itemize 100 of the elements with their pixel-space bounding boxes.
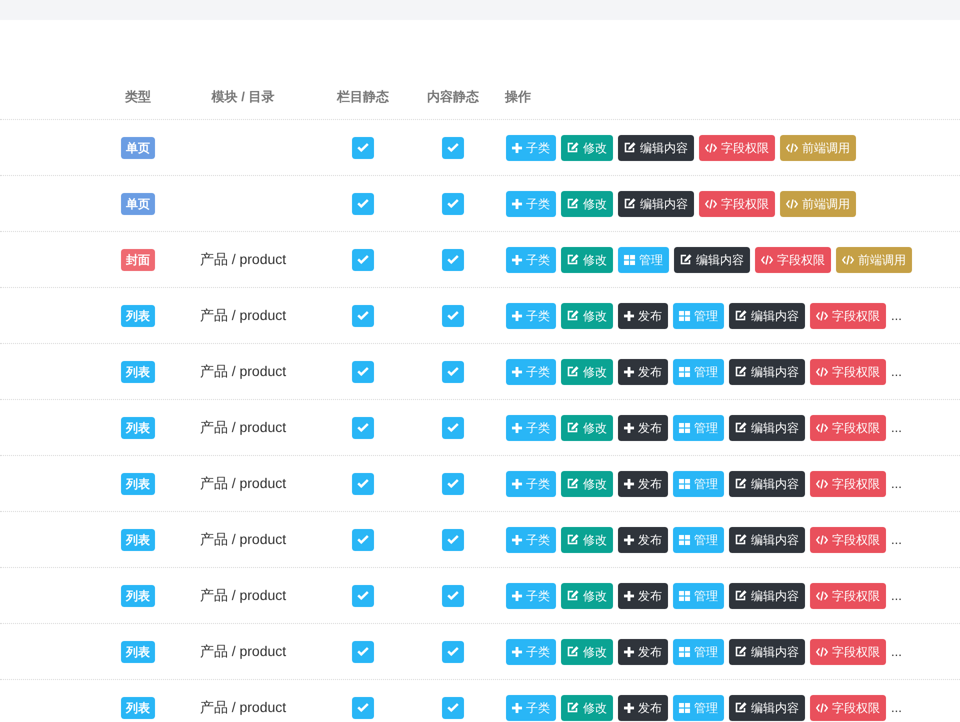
action-button[interactable]: 发布 [618, 582, 668, 608]
checkbox[interactable] [442, 416, 464, 438]
action-button[interactable]: 发布 [618, 302, 668, 328]
action-button[interactable]: 子类 [506, 638, 556, 664]
action-button[interactable]: 字段权限 [810, 582, 886, 608]
action-button[interactable]: 修改 [561, 582, 613, 608]
ellipsis-text: ... [891, 474, 902, 493]
plus-icon [624, 702, 634, 712]
action-button[interactable]: 管理 [673, 694, 724, 720]
action-button[interactable]: 编辑内容 [729, 414, 805, 440]
checkbox[interactable] [442, 640, 464, 662]
action-button[interactable]: 字段权限 [810, 358, 886, 384]
action-button[interactable]: 子类 [506, 694, 556, 720]
action-button[interactable]: 编辑内容 [729, 694, 805, 720]
checkbox[interactable] [352, 528, 374, 550]
action-button[interactable]: 编辑内容 [729, 582, 805, 608]
action-button[interactable]: 字段权限 [699, 190, 775, 216]
action-button[interactable]: 管理 [673, 358, 724, 384]
check-icon [357, 143, 369, 152]
action-button[interactable]: 管理 [673, 526, 724, 552]
check-icon [357, 311, 369, 320]
action-button[interactable]: 编辑内容 [729, 638, 805, 664]
action-button[interactable]: 字段权限 [755, 246, 831, 272]
action-button[interactable]: 发布 [618, 638, 668, 664]
check-icon [357, 535, 369, 544]
action-button[interactable]: 管理 [673, 470, 724, 496]
action-button[interactable]: 前端调用 [780, 190, 856, 216]
action-button[interactable]: 发布 [618, 694, 668, 720]
checkbox[interactable] [442, 472, 464, 494]
action-button[interactable]: 子类 [506, 246, 556, 272]
checkbox[interactable] [442, 304, 464, 326]
checkbox[interactable] [352, 640, 374, 662]
action-button[interactable]: 修改 [561, 302, 613, 328]
edit-icon [735, 702, 747, 713]
action-button[interactable]: 发布 [618, 358, 668, 384]
action-button[interactable]: 字段权限 [810, 414, 886, 440]
action-button[interactable]: 子类 [506, 582, 556, 608]
checkbox[interactable] [352, 696, 374, 718]
action-button[interactable]: 修改 [561, 694, 613, 720]
checkbox[interactable] [352, 304, 374, 326]
action-button[interactable]: 修改 [561, 134, 613, 160]
grid-icon [679, 478, 690, 488]
grid-icon [624, 254, 635, 264]
action-button[interactable]: 修改 [561, 246, 613, 272]
checkbox[interactable] [352, 472, 374, 494]
action-button[interactable]: 编辑内容 [729, 358, 805, 384]
checkbox[interactable] [352, 136, 374, 158]
checkbox[interactable] [352, 584, 374, 606]
action-button[interactable]: 编辑内容 [729, 470, 805, 496]
action-button[interactable]: 修改 [561, 526, 613, 552]
action-button[interactable]: 子类 [506, 358, 556, 384]
action-button[interactable]: 编辑内容 [618, 134, 694, 160]
action-button[interactable]: 管理 [673, 638, 724, 664]
checkbox[interactable] [352, 360, 374, 382]
plus-icon [512, 310, 522, 320]
action-button[interactable]: 编辑内容 [618, 190, 694, 216]
action-button[interactable]: 子类 [506, 414, 556, 440]
action-button[interactable]: 管理 [673, 582, 724, 608]
action-button[interactable]: 子类 [506, 526, 556, 552]
action-button[interactable]: 子类 [506, 134, 556, 160]
action-button[interactable]: 字段权限 [810, 526, 886, 552]
action-button[interactable]: 编辑内容 [674, 246, 750, 272]
action-button[interactable]: 修改 [561, 470, 613, 496]
action-button[interactable]: 前端调用 [780, 134, 856, 160]
checkbox[interactable] [352, 416, 374, 438]
action-button[interactable]: 字段权限 [810, 470, 886, 496]
checkbox[interactable] [442, 584, 464, 606]
plus-icon [624, 366, 634, 376]
action-button[interactable]: 子类 [506, 470, 556, 496]
action-button[interactable]: 修改 [561, 414, 613, 440]
checkbox[interactable] [352, 248, 374, 270]
checkbox[interactable] [442, 360, 464, 382]
action-button[interactable]: 发布 [618, 470, 668, 496]
action-button[interactable]: 字段权限 [699, 134, 775, 160]
action-button[interactable]: 字段权限 [810, 302, 886, 328]
checkbox[interactable] [442, 192, 464, 214]
action-button[interactable]: 管理 [673, 302, 724, 328]
action-button[interactable]: 管理 [673, 414, 724, 440]
checkbox[interactable] [352, 192, 374, 214]
action-button[interactable]: 字段权限 [810, 638, 886, 664]
action-button[interactable]: 字段权限 [810, 694, 886, 720]
checkbox[interactable] [442, 136, 464, 158]
action-button[interactable]: 子类 [506, 302, 556, 328]
plus-icon [512, 534, 522, 544]
action-button[interactable]: 编辑内容 [729, 302, 805, 328]
checkbox[interactable] [442, 696, 464, 718]
action-button[interactable]: 编辑内容 [729, 526, 805, 552]
action-button[interactable]: 前端调用 [836, 246, 912, 272]
action-button[interactable]: 修改 [561, 358, 613, 384]
action-button[interactable]: 修改 [561, 190, 613, 216]
plus-icon [624, 590, 634, 600]
checkbox[interactable] [442, 248, 464, 270]
action-button[interactable]: 子类 [506, 190, 556, 216]
action-button[interactable]: 发布 [618, 414, 668, 440]
action-button[interactable]: 修改 [561, 638, 613, 664]
action-button[interactable]: 发布 [618, 526, 668, 552]
action-button[interactable]: 管理 [618, 246, 669, 272]
checkbox[interactable] [442, 528, 464, 550]
column-header: 模块 / 目录 [212, 88, 274, 106]
module-text: 产品 / product [200, 698, 286, 717]
